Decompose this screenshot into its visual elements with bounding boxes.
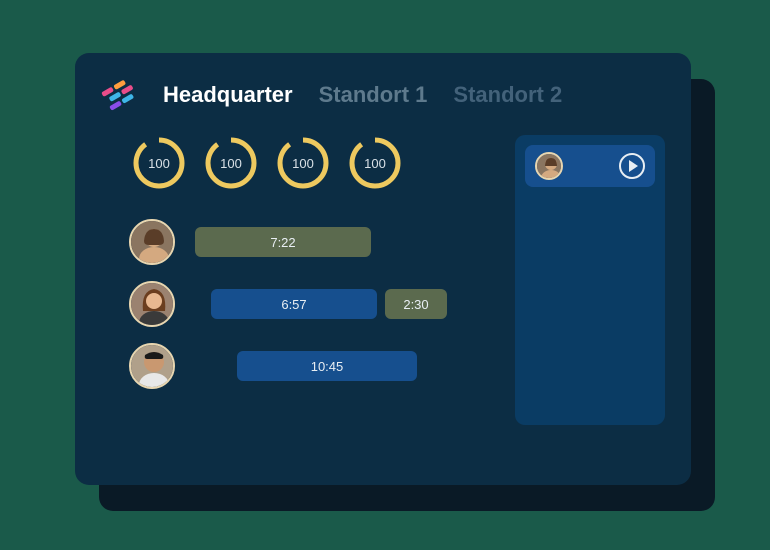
avatar[interactable] <box>129 343 175 389</box>
gauge: 100 <box>131 135 187 191</box>
play-icon[interactable] <box>619 153 645 179</box>
time-bar[interactable]: 7:22 <box>195 227 371 257</box>
people-rows: 7:22 6:57 2:30 10:45 <box>101 219 497 389</box>
dashboard-card: Headquarter Standort 1 Standort 2 100 10… <box>75 53 691 485</box>
person-row: 10:45 <box>129 343 497 389</box>
left-column: 100 100 100 100 <box>101 135 497 425</box>
gauge: 100 <box>275 135 331 191</box>
panel-item[interactable] <box>525 145 655 187</box>
gauge-value: 100 <box>131 135 187 191</box>
avatar[interactable] <box>129 219 175 265</box>
gauges-row: 100 100 100 100 <box>131 135 497 191</box>
tab-standort-1[interactable]: Standort 1 <box>319 82 428 108</box>
gauge-value: 100 <box>203 135 259 191</box>
gauge-value: 100 <box>347 135 403 191</box>
time-bar[interactable]: 6:57 <box>211 289 377 319</box>
time-bar[interactable]: 10:45 <box>237 351 417 381</box>
avatar[interactable] <box>129 281 175 327</box>
side-panel <box>515 135 665 425</box>
person-row: 7:22 <box>129 219 497 265</box>
tabs: Headquarter Standort 1 Standort 2 <box>163 82 562 108</box>
tab-standort-2[interactable]: Standort 2 <box>453 82 562 108</box>
gauge-value: 100 <box>275 135 331 191</box>
avatar <box>535 152 563 180</box>
header: Headquarter Standort 1 Standort 2 <box>101 75 665 115</box>
time-bar[interactable]: 2:30 <box>385 289 447 319</box>
person-row: 6:57 2:30 <box>129 281 497 327</box>
body: 100 100 100 100 <box>101 135 665 425</box>
gauge: 100 <box>203 135 259 191</box>
logo-icon <box>101 75 141 115</box>
tab-headquarter[interactable]: Headquarter <box>163 82 293 108</box>
gauge: 100 <box>347 135 403 191</box>
